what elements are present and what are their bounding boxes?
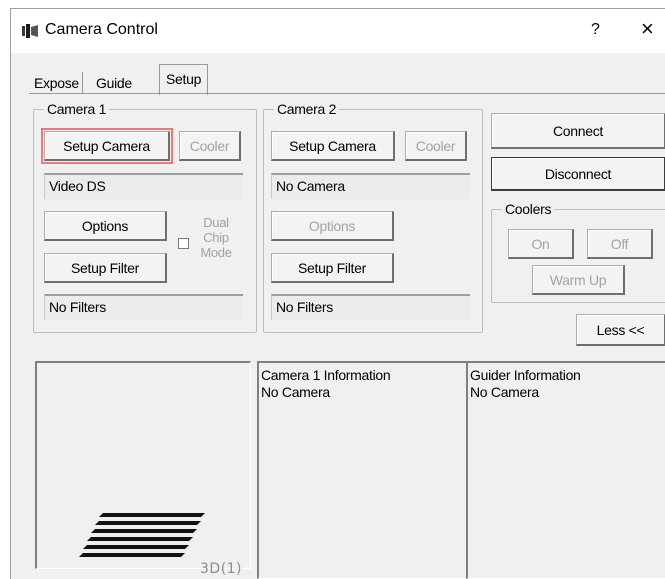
tab-guide[interactable]: Guide [93, 72, 135, 94]
close-button[interactable]: × [641, 18, 654, 40]
less-button[interactable]: Less << [576, 314, 665, 346]
help-button[interactable]: ? [591, 21, 600, 39]
camera2-legend: Camera 2 [274, 100, 340, 118]
camera2-cooler-button[interactable]: Cooler [405, 131, 467, 161]
window-title: Camera Control [45, 21, 158, 38]
guider-info-status: No Camera [470, 384, 539, 400]
3d-view-icon [79, 513, 205, 557]
tab-setup[interactable]: Setup [159, 64, 209, 95]
guider-info-heading: Guider Information [470, 367, 581, 383]
disconnect-button[interactable]: Disconnect [491, 157, 665, 191]
camera1-options-button[interactable]: Options [44, 211, 167, 241]
dual-chip-mode-checkbox[interactable] [178, 238, 189, 249]
cooler-on-button[interactable]: On [508, 229, 574, 259]
camera2-setup-camera-button[interactable]: Setup Camera [271, 131, 395, 161]
camera1-name-field: Video DS [44, 173, 243, 199]
camera1-setup-filter-button[interactable]: Setup Filter [44, 253, 167, 283]
camera1-info-status: No Camera [261, 384, 330, 400]
app-icon [22, 24, 38, 38]
camera2-filter-field: No Filters [271, 294, 470, 320]
dual-chip-mode-label: Dual Chip Mode [200, 215, 232, 260]
cooler-off-button[interactable]: Off [587, 229, 653, 259]
camera2-setup-filter-button[interactable]: Setup Filter [271, 253, 394, 283]
title-bar: Camera Control ? × [11, 9, 665, 53]
warm-up-button[interactable]: Warm Up [532, 265, 625, 295]
camera2-name-field: No Camera [271, 173, 470, 199]
camera-preview-panel: 3D(1) [35, 361, 251, 577]
camera1-filter-field: No Filters [44, 294, 243, 320]
connect-button[interactable]: Connect [491, 113, 665, 149]
guider-info-panel: Guider Information No Camera [466, 361, 665, 579]
camera1-legend: Camera 1 [44, 100, 110, 118]
tab-panel-border [29, 93, 665, 94]
tab-expose[interactable]: Expose [31, 72, 83, 94]
coolers-legend: Coolers [502, 200, 555, 218]
camera1-setup-camera-button[interactable]: Setup Camera [41, 128, 173, 164]
camera1-info-heading: Camera 1 Information [261, 367, 391, 383]
preview-label: 3D(1) [200, 561, 243, 577]
camera2-options-button[interactable]: Options [271, 211, 394, 241]
camera1-cooler-button[interactable]: Cooler [179, 131, 241, 161]
camera1-info-panel: Camera 1 Information No Camera [257, 361, 467, 579]
camera-control-window: Camera Control ? × Expose Guide Setup Ca… [10, 8, 665, 579]
